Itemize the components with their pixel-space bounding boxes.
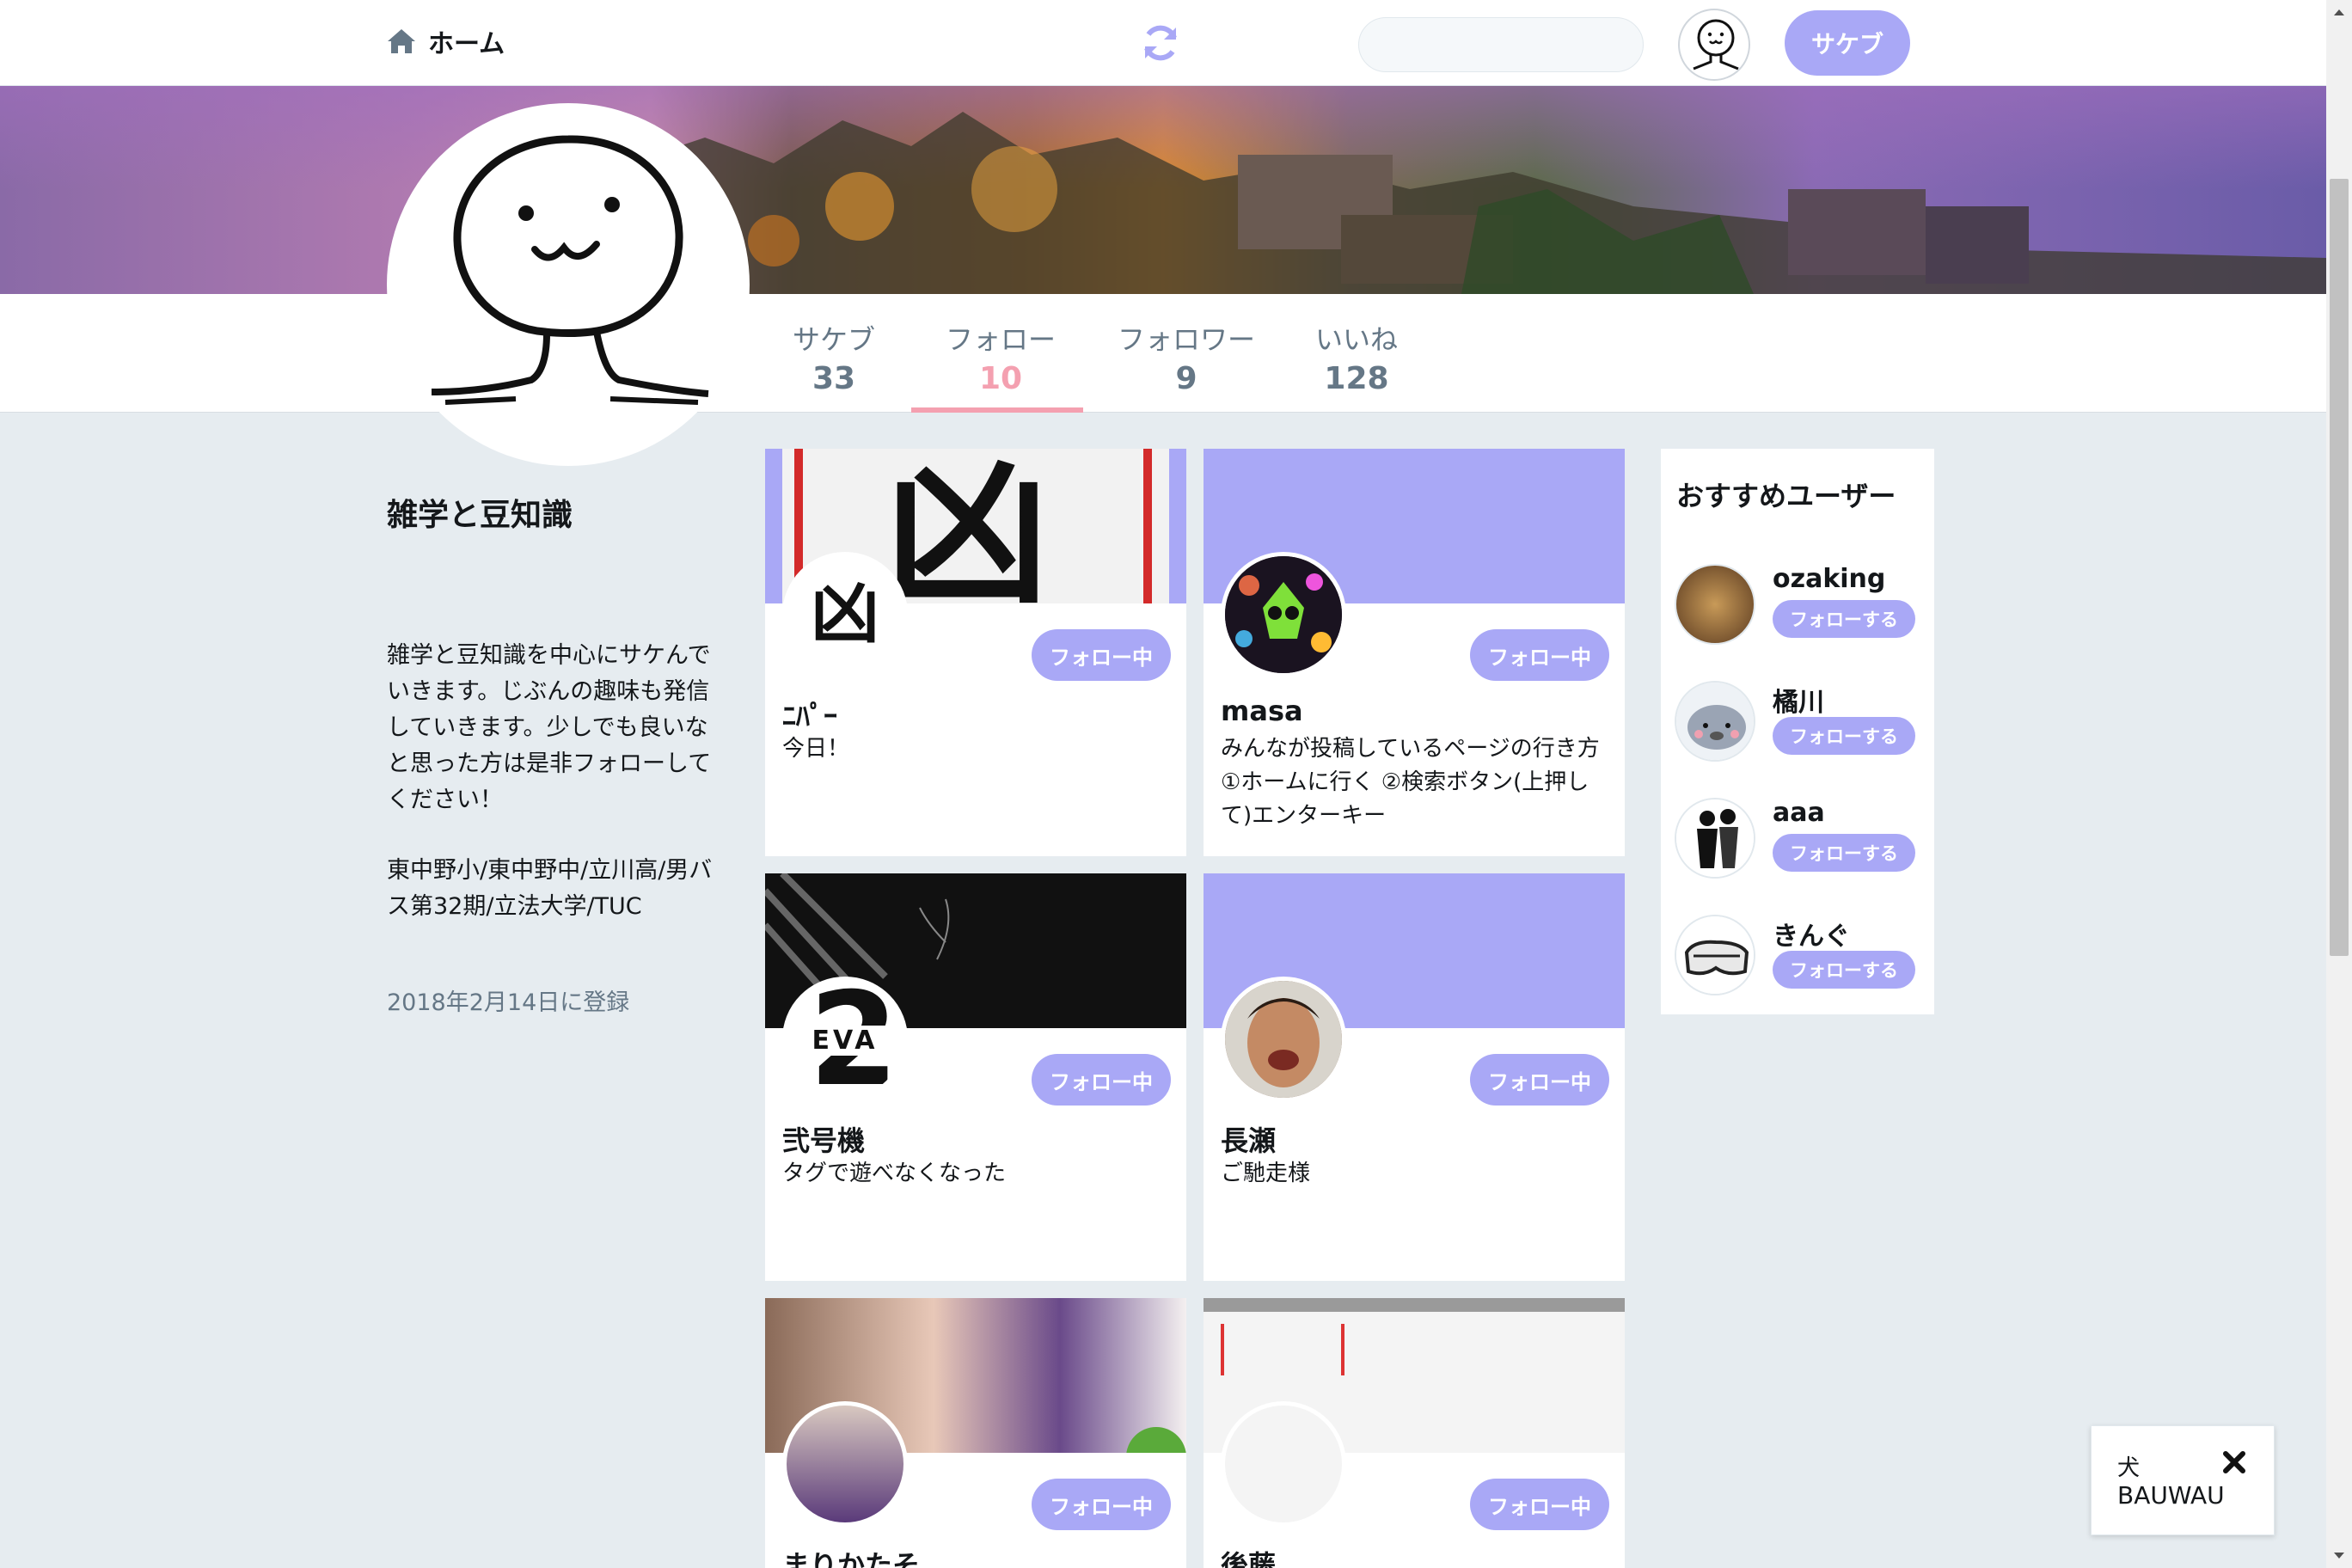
user-card[interactable]: フォロー中 masa みんなが投稿しているページの行き方①ホームに行く ②検索ボ…: [1204, 449, 1625, 856]
home-label: ホーム: [428, 29, 505, 59]
tab-posts[interactable]: サケブ 33: [793, 318, 875, 396]
recommended-user-name[interactable]: きんぐ: [1773, 915, 1850, 952]
cover-web-block: [1221, 1324, 1324, 1375]
recommended-user-avatar[interactable]: [1675, 798, 1755, 879]
tab-followers[interactable]: フォロワー 9: [1118, 318, 1255, 396]
cover-green-circle: [1126, 1427, 1186, 1453]
card-user-description: タグで遊べなくなった: [782, 1161, 1007, 1186]
face-photo-avatar: [1225, 981, 1342, 1098]
recommended-users-panel: おすすめユーザー ozaking フォローする 橘川 フォローする aaa フォ…: [1661, 449, 1934, 1014]
following-button[interactable]: フォロー中: [1032, 1054, 1171, 1106]
following-button[interactable]: フォロー中: [1470, 1479, 1609, 1530]
notification-toast: 犬 BAUWAU: [2091, 1425, 2275, 1535]
user-card[interactable]: フォロー中 まりかたそ: [765, 1298, 1186, 1568]
wombat-avatar-icon: [1676, 683, 1754, 760]
toast-title: 犬: [2117, 1455, 2141, 1481]
recommended-user-avatar[interactable]: [1675, 564, 1755, 645]
tab-posts-label: サケブ: [793, 323, 876, 356]
vr-headset-icon: [1676, 916, 1754, 994]
user-card[interactable]: 凶 凶 フォロー中 ﾆﾊﾟｰ 今日！: [765, 449, 1186, 856]
close-icon[interactable]: [2220, 1449, 2248, 1476]
profile-banner-image: [0, 86, 2326, 294]
top-navigation-bar: ホーム サケブ: [0, 0, 2326, 86]
recommended-user[interactable]: 橘川 フォローする: [1675, 681, 1924, 767]
profile-school: 東中野小/東中野中/立川高/男バス第32期/立法大学/TUC: [387, 857, 713, 920]
card-avatar[interactable]: [1221, 1401, 1346, 1527]
squid-avatar-icon: [1225, 556, 1342, 673]
profile-bio: 雑学と豆知識を中心にサケんでいきます。じぶんの趣味も発信していきます。少しでも良…: [387, 642, 712, 813]
profile-name: 雑学と豆知識: [387, 498, 573, 533]
following-button[interactable]: フォロー中: [1470, 1054, 1609, 1106]
smiley-avatar-icon: [1693, 19, 1739, 70]
follow-button[interactable]: フォローする: [1773, 600, 1915, 638]
tab-likes-label: いいね: [1315, 323, 1399, 356]
recommended-users-title: おすすめユーザー: [1676, 480, 1896, 512]
toast-message: BAUWAU: [2117, 1481, 2225, 1510]
card-user-name[interactable]: まりかたそ: [782, 1544, 920, 1568]
cover-web-block: [1341, 1324, 1513, 1375]
profile-join-date: 2018年2月14日に登録: [387, 989, 630, 1016]
home-link[interactable]: ホーム: [387, 22, 505, 60]
card-avatar[interactable]: [782, 1401, 908, 1527]
cover-kanji: 凶: [885, 449, 1050, 604]
tab-likes[interactable]: いいね 128: [1315, 318, 1398, 396]
profile-avatar[interactable]: [387, 103, 750, 466]
recommended-user[interactable]: aaa フォローする: [1675, 798, 1924, 884]
card-user-description: 今日！: [782, 736, 850, 762]
recommended-user[interactable]: ozaking フォローする: [1675, 564, 1924, 650]
tab-following-label: フォロー: [946, 323, 1057, 356]
tab-followers-count: 9: [1175, 361, 1197, 396]
scroll-up-arrow-icon[interactable]: [2326, 0, 2352, 26]
tab-following[interactable]: フォロー 10: [946, 318, 1056, 396]
follow-button[interactable]: フォローする: [1773, 951, 1915, 989]
search-input[interactable]: [1358, 17, 1644, 72]
post-button[interactable]: サケブ: [1785, 10, 1910, 76]
profile-stats-bar: サケブ 33 フォロー 10 フォロワー 9 いいね 128: [0, 294, 2326, 413]
home-icon: [388, 29, 415, 53]
card-user-name[interactable]: masa: [1221, 695, 1303, 727]
recommended-user-name[interactable]: ozaking: [1773, 564, 1885, 594]
scrollbar-thumb[interactable]: [2330, 179, 2349, 956]
recommended-user[interactable]: きんぐ フォローする: [1675, 915, 1924, 1001]
follow-button[interactable]: フォローする: [1773, 717, 1915, 755]
recommended-user-avatar[interactable]: [1675, 915, 1755, 995]
card-avatar[interactable]: 2 EVA: [782, 977, 908, 1102]
card-avatar[interactable]: [1221, 977, 1346, 1102]
avatar-kanji: 凶: [811, 573, 879, 653]
user-card[interactable]: フォロー中 長瀬 ご馳走様: [1204, 873, 1625, 1281]
scroll-down-arrow-icon[interactable]: [2326, 1542, 2352, 1568]
following-button[interactable]: フォロー中: [1470, 629, 1609, 681]
castle-illustration: [602, 112, 2326, 294]
card-user-name[interactable]: ﾆﾊﾟｰ: [782, 695, 837, 734]
tab-followers-label: フォロワー: [1118, 323, 1256, 356]
card-user-description: みんなが投稿しているページの行き方①ホームに行く ②検索ボタン(上押して)エンタ…: [1221, 736, 1600, 829]
following-button[interactable]: フォロー中: [1032, 1479, 1171, 1530]
following-button[interactable]: フォロー中: [1032, 629, 1171, 681]
card-avatar[interactable]: 凶: [782, 552, 908, 677]
current-user-avatar[interactable]: [1678, 9, 1750, 81]
tab-posts-count: 33: [812, 361, 856, 396]
card-user-description: ご馳走様: [1221, 1161, 1311, 1186]
tab-following-count: 10: [978, 361, 1023, 396]
cover-stripe-right: [1143, 449, 1152, 603]
card-user-name[interactable]: 後藤: [1221, 1544, 1276, 1568]
recommended-user-name[interactable]: aaa: [1773, 798, 1825, 828]
user-card[interactable]: 2 EVA フォロー中 弐号機 タグで遊べなくなった: [765, 873, 1186, 1281]
tab-likes-count: 128: [1324, 361, 1389, 396]
smiley-avatar-icon: [431, 135, 709, 405]
cover-web-navbar: [1204, 1298, 1625, 1312]
follow-button[interactable]: フォローする: [1773, 834, 1915, 872]
recommended-user-avatar[interactable]: [1675, 681, 1755, 762]
couple-silhouette-icon: [1676, 799, 1754, 877]
card-avatar[interactable]: [1221, 552, 1346, 677]
eva-text: EVA: [787, 1026, 903, 1056]
card-user-name[interactable]: 弐号機: [782, 1119, 865, 1159]
recommended-user-name[interactable]: 橘川: [1773, 681, 1824, 719]
user-card[interactable]: フォロー中 後藤: [1204, 1298, 1625, 1568]
refresh-icon[interactable]: [1138, 21, 1183, 65]
active-tab-indicator: [911, 407, 1083, 413]
card-user-name[interactable]: 長瀬: [1221, 1119, 1276, 1159]
